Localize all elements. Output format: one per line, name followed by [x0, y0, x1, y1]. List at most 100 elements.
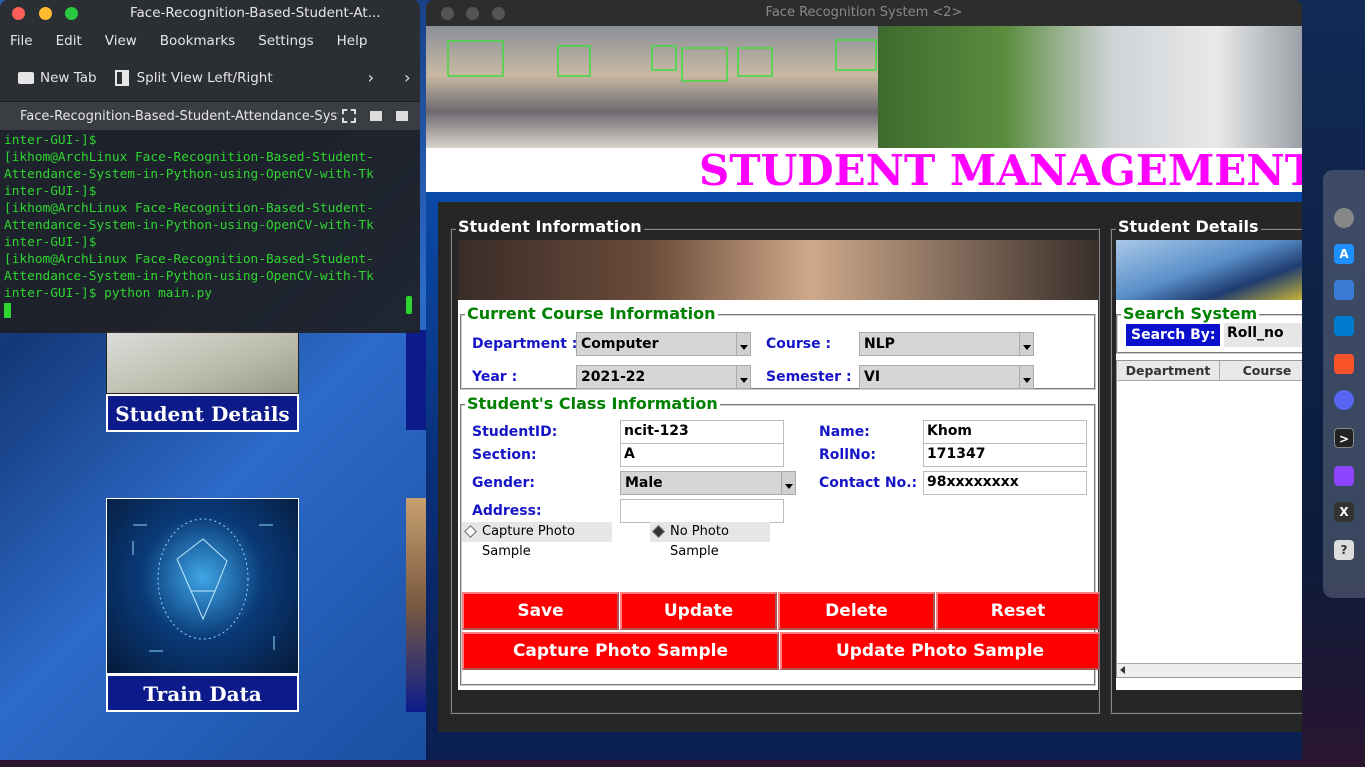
video-app-icon[interactable] [1334, 466, 1354, 486]
menu-edit[interactable]: Edit [56, 33, 82, 49]
no-photo-radio[interactable]: No Photo Sample [650, 522, 770, 559]
student-details-tile-image[interactable] [106, 330, 299, 394]
apple-icon[interactable] [1334, 174, 1354, 194]
content-panel: Student Information Current Course Infor… [438, 202, 1302, 732]
finder-icon[interactable] [1334, 280, 1354, 300]
scroll-left-icon[interactable] [1120, 666, 1125, 674]
column-course[interactable]: Course [1221, 361, 1302, 381]
course-select-value: NLP [864, 336, 895, 352]
main-window-title: Face Recognition System <2> [765, 5, 963, 20]
new-tab-button[interactable]: New Tab [40, 70, 97, 86]
student-details-tile-label[interactable]: Student Details [106, 394, 299, 432]
close-icon[interactable] [12, 7, 25, 20]
search-by-select[interactable]: Roll_no [1224, 323, 1302, 347]
face-detection-boxes [447, 39, 877, 82]
system-settings-icon[interactable] [1334, 208, 1354, 228]
split-view-button[interactable]: Split View Left/Right [137, 70, 273, 86]
campus-image [878, 26, 1302, 148]
name-label: Name: [819, 424, 870, 440]
capture-photo-radio[interactable]: Capture Photo Sample [462, 522, 612, 559]
chevron-down-icon[interactable] [781, 472, 795, 494]
menu-file[interactable]: File [10, 33, 33, 49]
minimize-icon[interactable] [39, 7, 52, 20]
column-department[interactable]: Department [1117, 361, 1220, 381]
classroom-image [426, 26, 878, 148]
menu-view[interactable]: View [105, 33, 137, 49]
main-window[interactable]: Face Recognition System <2> STUDENT MANA… [426, 0, 1302, 760]
contact-label: Contact No.: [819, 475, 918, 491]
terminal-window[interactable]: Face-Recognition-Based-Student-At... Fil… [0, 0, 420, 333]
department-select[interactable]: Computer [576, 332, 751, 356]
header-banner [426, 26, 1302, 148]
chevron-down-icon[interactable] [1019, 366, 1033, 388]
maximize-icon[interactable] [65, 7, 78, 20]
contact-field[interactable]: 98xxxxxxxx [923, 471, 1087, 495]
studentid-field[interactable]: ncit-123 [620, 420, 784, 444]
train-data-tile-image[interactable] [106, 498, 299, 674]
close-icon[interactable] [441, 7, 454, 20]
chevron-right-icon[interactable]: › [368, 68, 374, 87]
terminal-output[interactable]: inter-GUI-]$ [ikhom@ArchLinux Face-Recogn… [0, 130, 420, 320]
save-button[interactable]: Save [462, 592, 619, 630]
terminal-scrollbar[interactable] [406, 296, 412, 314]
discord-icon[interactable] [1334, 390, 1354, 410]
chevron-down-icon[interactable] [736, 333, 750, 355]
year-select[interactable]: 2021-22 [576, 365, 751, 389]
maximize-icon[interactable] [492, 7, 505, 20]
terminal-titlebar[interactable]: Face-Recognition-Based-Student-At... [0, 0, 420, 28]
reset-button[interactable]: Reset [936, 592, 1100, 630]
fullscreen-icon[interactable] [342, 109, 356, 123]
course-label: Course : [766, 336, 832, 352]
course-select[interactable]: NLP [859, 332, 1034, 356]
year-select-value: 2021-22 [581, 369, 646, 385]
vscode-icon[interactable] [1334, 316, 1354, 336]
table-header: Department Course [1117, 361, 1302, 381]
x-app-icon[interactable]: X [1334, 502, 1354, 522]
train-data-tile-label[interactable]: Train Data [106, 674, 299, 712]
help-document-icon[interactable]: ? [1334, 540, 1354, 560]
gender-select[interactable]: Male [620, 471, 796, 495]
chevron-down-icon[interactable] [736, 366, 750, 388]
brave-browser-icon[interactable] [1334, 354, 1354, 374]
semester-select-value: VI [864, 369, 881, 385]
address-label: Address: [472, 503, 542, 519]
app-dock: A > X ? [1323, 170, 1365, 598]
new-tab-icon[interactable] [18, 71, 34, 84]
menu-help[interactable]: Help [337, 33, 368, 49]
terminal-tab-title[interactable]: Face-Recognition-Based-Student-Attendanc… [20, 109, 338, 124]
tab-action-icon-1[interactable] [370, 111, 382, 121]
rollno-field[interactable]: 171347 [923, 443, 1087, 467]
student-info-body: Current Course Information Department : … [458, 300, 1100, 690]
course-info-frame: Current Course Information Department : … [460, 304, 1096, 390]
student-table[interactable]: Department Course [1116, 360, 1302, 678]
student-details-legend: Student Details [1116, 217, 1261, 236]
address-field[interactable] [620, 499, 784, 523]
course-info-legend: Current Course Information [465, 304, 718, 323]
class-info-legend: Student's Class Information [465, 394, 720, 413]
terminal-line: inter-GUI-]$ python main.py [4, 286, 213, 301]
menu-settings[interactable]: Settings [258, 33, 313, 49]
update-photo-button[interactable]: Update Photo Sample [780, 632, 1100, 670]
capture-photo-button[interactable]: Capture Photo Sample [462, 632, 779, 670]
tab-action-icon-2[interactable] [396, 111, 408, 121]
semester-label: Semester : [766, 369, 852, 385]
search-by-label: Search By: [1126, 324, 1221, 346]
menu-bookmarks[interactable]: Bookmarks [160, 33, 235, 49]
section-field[interactable]: A [620, 443, 784, 467]
chevron-down-icon[interactable] [1019, 333, 1033, 355]
delete-button[interactable]: Delete [778, 592, 935, 630]
main-titlebar[interactable]: Face Recognition System <2> [426, 0, 1302, 26]
terminal-toolbar: New Tab Split View Left/Right › › [0, 54, 420, 102]
name-field[interactable]: Khom [923, 420, 1087, 444]
semester-select[interactable]: VI [859, 365, 1034, 389]
minimize-icon[interactable] [466, 7, 479, 20]
split-view-icon[interactable] [114, 69, 129, 86]
update-button[interactable]: Update [620, 592, 777, 630]
chevron-right-icon-2[interactable]: › [404, 68, 410, 87]
terminal-tab[interactable]: Face-Recognition-Based-Student-Attendanc… [0, 102, 420, 130]
face-mesh-icon [132, 518, 275, 652]
terminal-icon[interactable]: > [1334, 428, 1354, 448]
app-store-icon[interactable]: A [1334, 244, 1354, 264]
horizontal-scrollbar[interactable] [1117, 663, 1302, 677]
no-photo-radio-label: No Photo Sample [670, 524, 729, 559]
